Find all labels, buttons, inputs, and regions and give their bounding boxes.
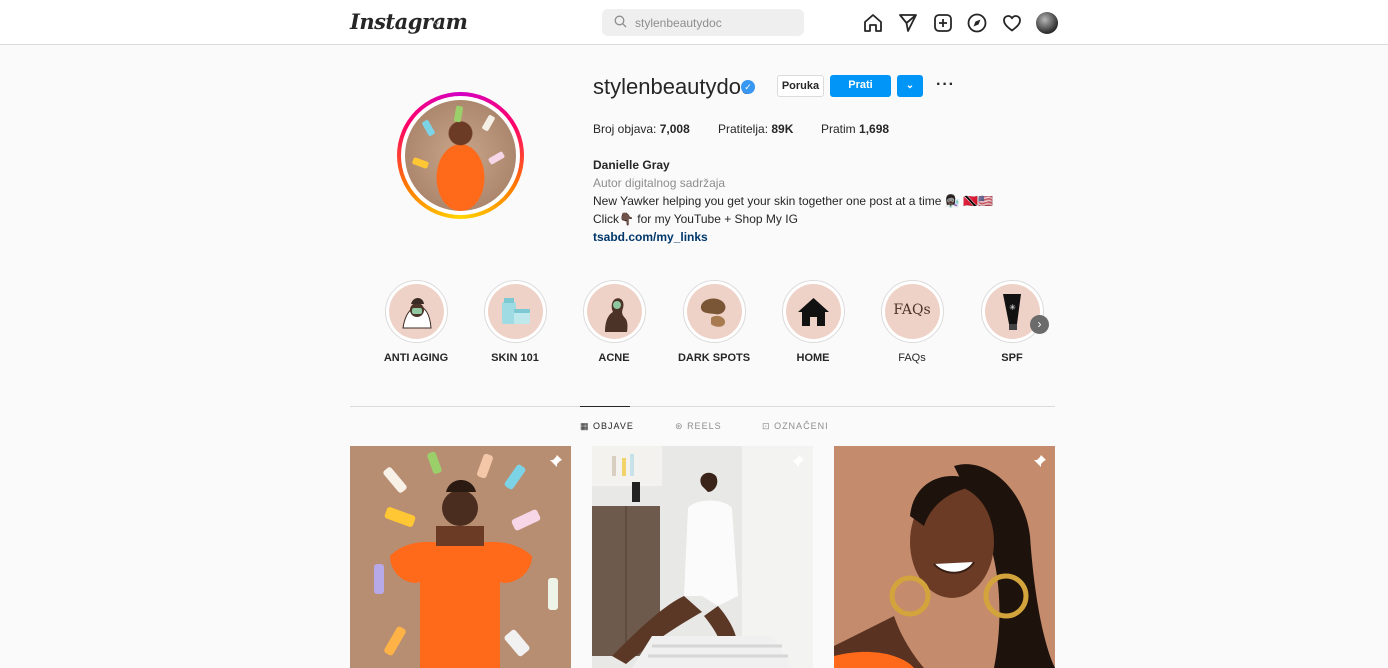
instagram-logo[interactable]: Instagram xyxy=(350,9,468,34)
highlight-faqs[interactable]: FAQs FAQs xyxy=(872,280,952,364)
highlight-acne[interactable]: ACNE xyxy=(574,280,654,364)
avatar[interactable] xyxy=(1036,12,1058,34)
tab-posts[interactable]: ▦ OBJAVE xyxy=(580,421,634,432)
highlight-skin-101[interactable]: SKIN 101 xyxy=(475,280,555,364)
tagged-icon: ⊡ xyxy=(762,421,771,431)
profile-picture xyxy=(401,96,520,215)
more-options-icon[interactable]: ··· xyxy=(936,76,955,94)
chevron-down-icon[interactable]: ⌄ xyxy=(432,15,441,28)
full-name: Danielle Gray xyxy=(593,158,670,172)
highlight-dark-spots[interactable]: DARK SPOTS xyxy=(674,280,754,364)
new-post-icon[interactable] xyxy=(932,12,954,34)
bio-line: Click👇🏿 for my YouTube + Shop My IG xyxy=(593,212,798,226)
posts-count: Broj objava: 7,008 xyxy=(593,122,690,136)
post-thumbnail[interactable] xyxy=(592,446,813,668)
follow-button[interactable]: Prati xyxy=(830,75,891,97)
search-bar[interactable]: stylenbeautydoc xyxy=(602,9,804,36)
post-thumbnail[interactable] xyxy=(350,446,571,668)
search-input[interactable]: stylenbeautydoc xyxy=(635,16,722,30)
house-icon xyxy=(785,284,841,339)
reels-icon: ⊛ xyxy=(675,421,684,431)
skincare-products-icon xyxy=(487,284,543,339)
sunscreen-tube-icon: ✳ xyxy=(984,284,1040,339)
story-highlights: ANTI AGING SKIN 101 ACNE DARK SPOTS HOME… xyxy=(350,280,1055,370)
faqs-text-cover: FAQs xyxy=(884,284,940,339)
bio-link[interactable]: tsabd.com/my_links xyxy=(593,228,1043,246)
svg-text:✳: ✳ xyxy=(1009,303,1016,312)
highlight-anti-aging[interactable]: ANTI AGING xyxy=(376,280,456,364)
home-icon[interactable] xyxy=(862,12,884,34)
active-tab-indicator xyxy=(580,406,630,407)
highlights-next-arrow-icon[interactable]: › xyxy=(1030,315,1049,334)
message-button[interactable]: Poruka xyxy=(777,75,824,97)
woman-face-mask-icon xyxy=(388,284,444,339)
activity-icon[interactable] xyxy=(1001,12,1023,34)
pinned-icon xyxy=(1034,455,1046,467)
suggested-accounts-button[interactable]: ⌄ xyxy=(897,75,923,97)
direct-icon[interactable] xyxy=(897,12,919,34)
explore-icon[interactable] xyxy=(966,12,988,34)
grid-icon: ▦ xyxy=(580,421,590,431)
verified-badge-icon: ✓ xyxy=(741,80,755,94)
tab-reels[interactable]: ⊛ REELS xyxy=(675,421,722,432)
tab-tagged[interactable]: ⊡ OZNAČENI xyxy=(762,421,829,432)
pinned-icon xyxy=(792,455,804,467)
following-link[interactable]: Pratim 1,698 xyxy=(821,122,889,136)
profile-bio: Danielle Gray Autor digitalnog sadržaja … xyxy=(593,156,1043,246)
woman-profile-icon xyxy=(586,284,642,339)
highlight-home[interactable]: HOME xyxy=(773,280,853,364)
search-icon xyxy=(614,15,627,28)
tabs-divider xyxy=(350,406,1055,407)
post-thumbnail[interactable] xyxy=(834,446,1055,668)
followers-link[interactable]: Pratitelja: 89K xyxy=(718,122,793,136)
top-navbar: Instagram ⌄ stylenbeautydoc xyxy=(0,0,1388,45)
category-label: Autor digitalnog sadržaja xyxy=(593,176,726,190)
bio-line: New Yawker helping you get your skin tog… xyxy=(593,194,993,208)
dark-spots-icon xyxy=(686,284,742,339)
pinned-icon xyxy=(550,455,562,467)
profile-username: stylenbeautydoc xyxy=(593,74,752,99)
profile-picture-ring[interactable] xyxy=(397,92,524,219)
